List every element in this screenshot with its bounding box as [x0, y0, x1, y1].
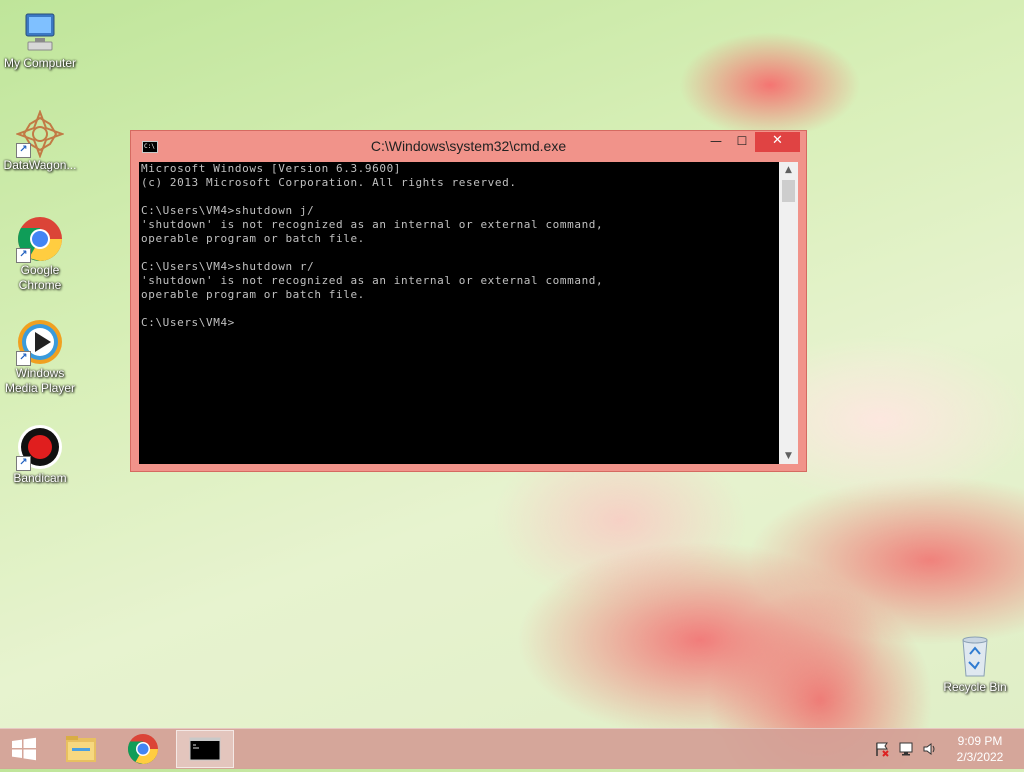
bandicam-icon: ↗ — [16, 423, 64, 471]
window-titlebar[interactable]: C:\ C:\Windows\system32\cmd.exe — ☐ ✕ — [131, 131, 806, 162]
desktop-icon-windows-media-player[interactable]: ↗ Windows Media Player — [0, 318, 80, 396]
desktop-icon-label: Windows Media Player — [4, 366, 76, 395]
taskbar-item-file-explorer[interactable] — [52, 730, 110, 768]
desktop-icon-recycle-bin[interactable]: Recycle Bin — [935, 632, 1015, 695]
minimize-button[interactable]: — — [703, 132, 729, 152]
chrome-icon: ↗ — [16, 215, 64, 263]
network-icon[interactable] — [898, 741, 914, 757]
console-line: operable program or batch file. — [141, 288, 365, 301]
taskbar-item-command-prompt[interactable] — [176, 730, 234, 768]
scroll-down-button[interactable]: ▼ — [779, 448, 798, 464]
shortcut-arrow-icon: ↗ — [16, 351, 31, 366]
desktop-icon-bandicam[interactable]: ↗ Bandicam — [0, 423, 80, 486]
desktop-icon-google-chrome[interactable]: ↗ Google Chrome — [0, 215, 80, 293]
scroll-thumb[interactable] — [782, 180, 795, 202]
console-output[interactable]: Microsoft Windows [Version 6.3.9600] (c) … — [139, 162, 779, 464]
cmd-icon — [189, 737, 221, 761]
console-prompt-line[interactable]: C:\Users\VM4> — [139, 316, 779, 330]
console-line: 'shutdown' is not recognized as an inter… — [141, 274, 604, 287]
folder-icon — [66, 736, 96, 762]
console-line: operable program or batch file. — [141, 232, 365, 245]
desktop-icon-label: Recycle Bin — [943, 680, 1007, 694]
start-button[interactable] — [10, 737, 38, 761]
computer-icon — [16, 8, 64, 56]
volume-icon[interactable] — [922, 741, 938, 757]
console-line — [139, 302, 779, 316]
taskbar-item-google-chrome[interactable] — [114, 730, 172, 768]
console-line: (c) 2013 Microsoft Corporation. All righ… — [141, 176, 517, 189]
chrome-icon — [127, 734, 158, 765]
desktop-icon-label: My Computer — [3, 56, 77, 70]
vertical-scrollbar[interactable]: ▲ ▼ — [779, 162, 798, 464]
clock-time: 9:09 PM — [957, 734, 1003, 748]
console-line: C:\Users\VM4>shutdown j/ — [141, 204, 315, 217]
scroll-up-button[interactable]: ▲ — [779, 162, 798, 178]
shortcut-arrow-icon: ↗ — [16, 143, 31, 158]
desktop-icon-label: Google Chrome — [18, 263, 62, 292]
clock[interactable]: 9:09 PM 2/3/2022 — [948, 733, 1012, 765]
console-line: C:\Users\VM4>shutdown r/ — [141, 260, 315, 273]
datawagon-icon: ↗ — [15, 109, 65, 159]
shortcut-arrow-icon: ↗ — [16, 248, 31, 263]
windows-logo-icon — [12, 737, 36, 761]
clock-date: 2/3/2022 — [956, 750, 1004, 764]
desktop-icon-label: DataWagon... — [3, 158, 77, 172]
desktop-icon-datawagon[interactable]: ↗ DataWagon... — [0, 109, 80, 173]
taskbar: 9:09 PM 2/3/2022 — [0, 728, 1024, 769]
console-line: 'shutdown' is not recognized as an inter… — [141, 218, 604, 231]
maximize-button[interactable]: ☐ — [729, 132, 755, 152]
action-center-flag-icon[interactable] — [874, 741, 890, 757]
shortcut-arrow-icon: ↗ — [16, 456, 31, 471]
cmd-window[interactable]: C:\ C:\Windows\system32\cmd.exe — ☐ ✕ Mi… — [130, 130, 807, 472]
recycle-bin-icon — [951, 632, 999, 680]
console-line — [139, 190, 779, 204]
console-line — [139, 246, 779, 260]
close-button[interactable]: ✕ — [755, 132, 800, 152]
desktop-icon-my-computer[interactable]: My Computer — [0, 8, 80, 71]
console-line: Microsoft Windows [Version 6.3.9600] — [141, 162, 402, 175]
desktop-icon-label: Bandicam — [13, 471, 67, 485]
media-player-icon: ↗ — [16, 318, 64, 366]
